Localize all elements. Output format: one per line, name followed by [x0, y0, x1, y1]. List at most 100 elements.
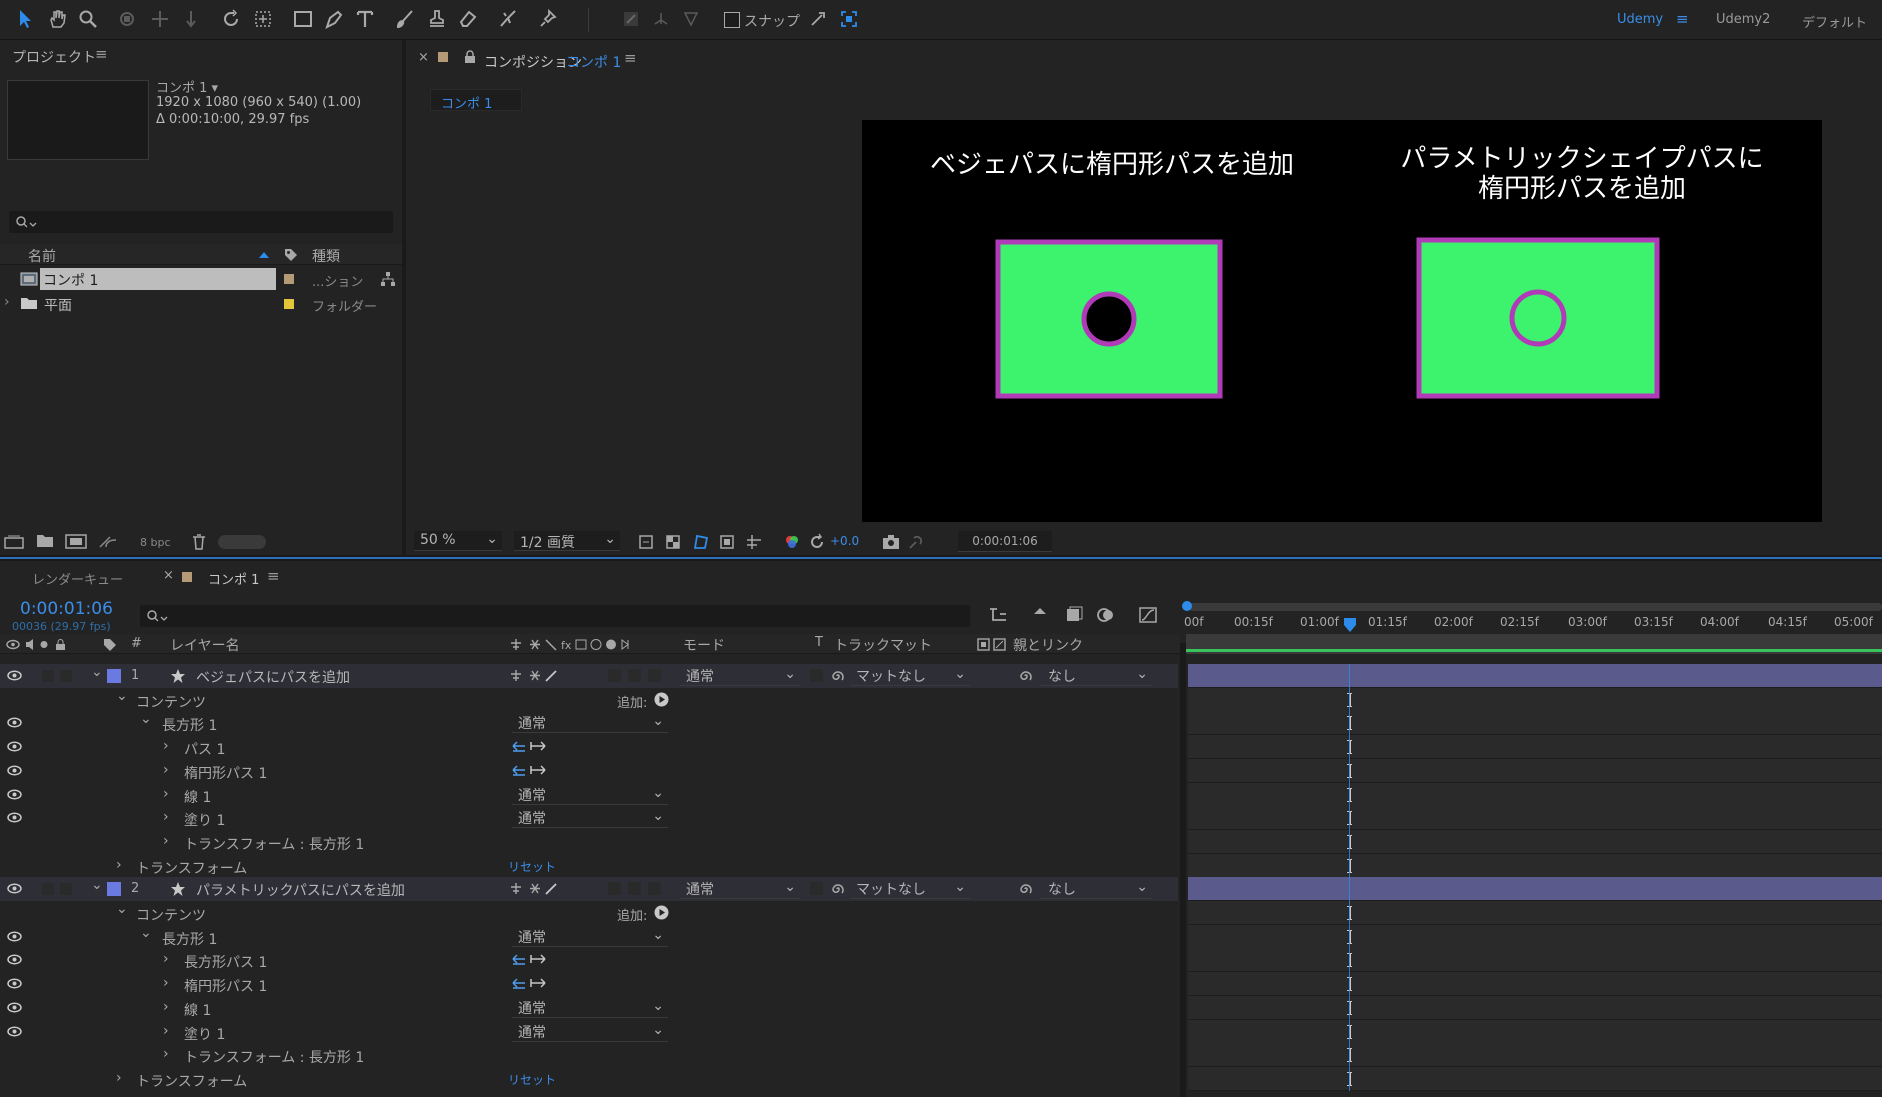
add-property-button-icon[interactable] — [654, 692, 669, 707]
resolution-dropdown[interactable]: 1/2 画質 ⌄ — [514, 531, 620, 551]
layer-switches-icons[interactable] — [510, 669, 566, 682]
comp-navigator-tab[interactable]: コンポ 1 — [430, 89, 522, 112]
eye-visibility-icon[interactable] — [7, 978, 22, 989]
hand-tool-icon[interactable] — [44, 6, 70, 32]
eye-visibility-icon[interactable] — [7, 883, 22, 894]
expand-chevron-icon[interactable]: › — [163, 1046, 169, 1062]
blend-mode-dropdown[interactable]: 通常 ⌄ — [512, 808, 668, 829]
magnification-dropdown[interactable]: 50 % ⌄ — [414, 531, 502, 551]
eye-visibility-icon[interactable] — [7, 1002, 22, 1013]
col-track-matte[interactable]: トラックマット — [834, 635, 932, 655]
eye-visibility-icon[interactable] — [7, 717, 22, 728]
transform-row[interactable]: › トランスフォーム リセット — [0, 854, 1178, 878]
matte-spiral-icon[interactable] — [830, 881, 846, 897]
shape-property-label[interactable]: 塗り 1 — [184, 1024, 225, 1044]
shape-property-label[interactable]: トランスフォーム : 長方形 1 — [184, 834, 364, 854]
col-type[interactable]: 種類 — [312, 246, 340, 266]
snap-checkbox[interactable] — [724, 12, 740, 28]
switch-box[interactable] — [648, 882, 661, 896]
orbit-camera-icon[interactable] — [114, 6, 140, 32]
shape-property-row[interactable]: › トランスフォーム : 長方形 1 — [0, 1043, 1178, 1067]
shape-property-row[interactable]: › 長方形パス 1 — [0, 948, 1178, 972]
path-direction-icons[interactable] — [511, 740, 547, 753]
layer-row[interactable]: ⌄ 1 ベジェパスにパスを追加 通常 ⌄ マットなし ⌄ なし ⌄ — [0, 664, 1178, 688]
reset-link[interactable]: リセット — [508, 858, 556, 875]
shape-property-label[interactable]: パス 1 — [184, 739, 225, 759]
eye-visibility-icon[interactable] — [7, 1026, 22, 1037]
pan-camera-icon[interactable] — [147, 6, 173, 32]
panel-menu-icon[interactable]: ≡ — [624, 49, 637, 67]
snap-tool-icon[interactable] — [805, 6, 831, 32]
eye-visibility-icon[interactable] — [7, 741, 22, 752]
layer-search-input[interactable] — [140, 605, 970, 627]
track-matte-dropdown[interactable]: マットなし ⌄ — [850, 879, 970, 900]
workspace-default[interactable]: デフォルト — [1802, 12, 1867, 31]
brush-tool-icon[interactable] — [392, 6, 418, 32]
roto-brush-icon[interactable] — [495, 6, 521, 32]
expand-chevron-icon[interactable]: › — [163, 833, 169, 849]
path-direction-icons[interactable] — [511, 977, 547, 990]
work-area-bar[interactable] — [1188, 603, 1882, 611]
zoom-tool-icon[interactable] — [75, 6, 101, 32]
pen-tool-icon[interactable] — [321, 6, 347, 32]
switch-box[interactable] — [608, 882, 621, 896]
switch-box[interactable] — [628, 669, 641, 682]
transform-row[interactable]: › トランスフォーム リセット — [0, 1067, 1178, 1091]
shape-property-row[interactable]: › 楕円形パス 1 — [0, 759, 1178, 783]
expand-chevron-icon[interactable]: ⌄ — [140, 711, 152, 727]
blend-mode-dropdown[interactable]: 通常 ⌄ — [512, 713, 668, 734]
project-item-comp[interactable]: コンポ 1 ...ション — [0, 268, 402, 290]
playhead-icon[interactable] — [1343, 617, 1357, 633]
col-layer-name[interactable]: レイヤー名 — [170, 635, 240, 655]
expand-chevron-icon[interactable]: ⌄ — [91, 877, 103, 893]
shape-property-row[interactable]: › 線 1 通常 ⌄ — [0, 996, 1178, 1020]
expand-chevron-icon[interactable]: › — [116, 857, 122, 873]
add-property-button-icon[interactable] — [654, 905, 669, 920]
expand-chevron-icon[interactable]: ⌄ — [91, 664, 103, 680]
expand-chevron-icon[interactable]: › — [163, 951, 169, 967]
project-item-folder[interactable]: › 平面 フォルダー — [0, 293, 402, 315]
composition-canvas[interactable]: ベジェパスに楕円形パスを追加 パラメトリックシェイプパスに 楕円形パスを追加 — [862, 120, 1822, 522]
solo-switch[interactable] — [42, 883, 54, 896]
thumbnail-size-slider[interactable] — [218, 535, 266, 549]
eraser-icon[interactable] — [455, 6, 481, 32]
layer-label-color[interactable] — [107, 882, 121, 897]
layer-switches-icons[interactable] — [510, 882, 566, 895]
workspace-udemy2[interactable]: Udemy2 — [1716, 12, 1770, 27]
playhead-line[interactable] — [1349, 664, 1350, 1091]
workspace-udemy[interactable]: Udemy — [1617, 12, 1663, 27]
shape-property-row[interactable]: › 塗り 1 通常 ⌄ — [0, 806, 1178, 830]
blend-mode-dropdown[interactable]: 通常 ⌄ — [680, 666, 800, 686]
render-queue-tab[interactable]: レンダーキュー — [32, 569, 123, 588]
puppet-pin-icon[interactable] — [535, 6, 561, 32]
shape-group-label[interactable]: 長方形 1 — [162, 715, 217, 735]
comp-tab-name[interactable]: コンポ 1 — [566, 52, 621, 72]
view-axis-icon[interactable] — [678, 6, 704, 32]
contents-group-label[interactable]: コンテンツ — [136, 905, 206, 925]
exposure-value[interactable]: +0.0 — [830, 534, 859, 548]
zoom-handle[interactable] — [1182, 601, 1192, 611]
pan-behind-icon[interactable] — [250, 6, 276, 32]
selection-tool-icon[interactable] — [12, 6, 38, 32]
world-axis-icon[interactable] — [648, 6, 674, 32]
blend-mode-dropdown[interactable]: 通常 ⌄ — [512, 1022, 668, 1042]
close-tab-icon[interactable]: × — [163, 568, 174, 583]
shape-property-label[interactable]: 長方形パス 1 — [184, 952, 267, 972]
shape-property-row[interactable]: › 楕円形パス 1 — [0, 972, 1178, 996]
rectangle-tool-icon[interactable] — [290, 6, 316, 32]
shape-property-label[interactable]: 線 1 — [184, 1000, 211, 1020]
bit-depth-button[interactable]: 8 bpc — [140, 536, 171, 549]
workspace-menu-icon[interactable]: ≡ — [1676, 10, 1689, 28]
type-tool-icon[interactable] — [352, 6, 378, 32]
shape-group-row[interactable]: ⌄ 長方形 1 通常 ⌄ — [0, 711, 1178, 735]
expand-chevron-icon[interactable]: › — [163, 1023, 169, 1039]
panel-menu-icon[interactable]: ≡ — [267, 567, 280, 585]
timeline-comp-tab[interactable]: コンポ 1 — [208, 569, 259, 588]
snap-target-icon[interactable] — [836, 6, 862, 32]
path-direction-icons[interactable] — [511, 764, 547, 777]
blend-mode-dropdown[interactable]: 通常 ⌄ — [512, 927, 668, 947]
shape-property-row[interactable]: › パス 1 — [0, 735, 1178, 759]
shape-property-label[interactable]: 線 1 — [184, 787, 211, 807]
expand-chevron-icon[interactable]: › — [163, 809, 169, 825]
preserve-transparency-switch[interactable] — [810, 882, 823, 896]
